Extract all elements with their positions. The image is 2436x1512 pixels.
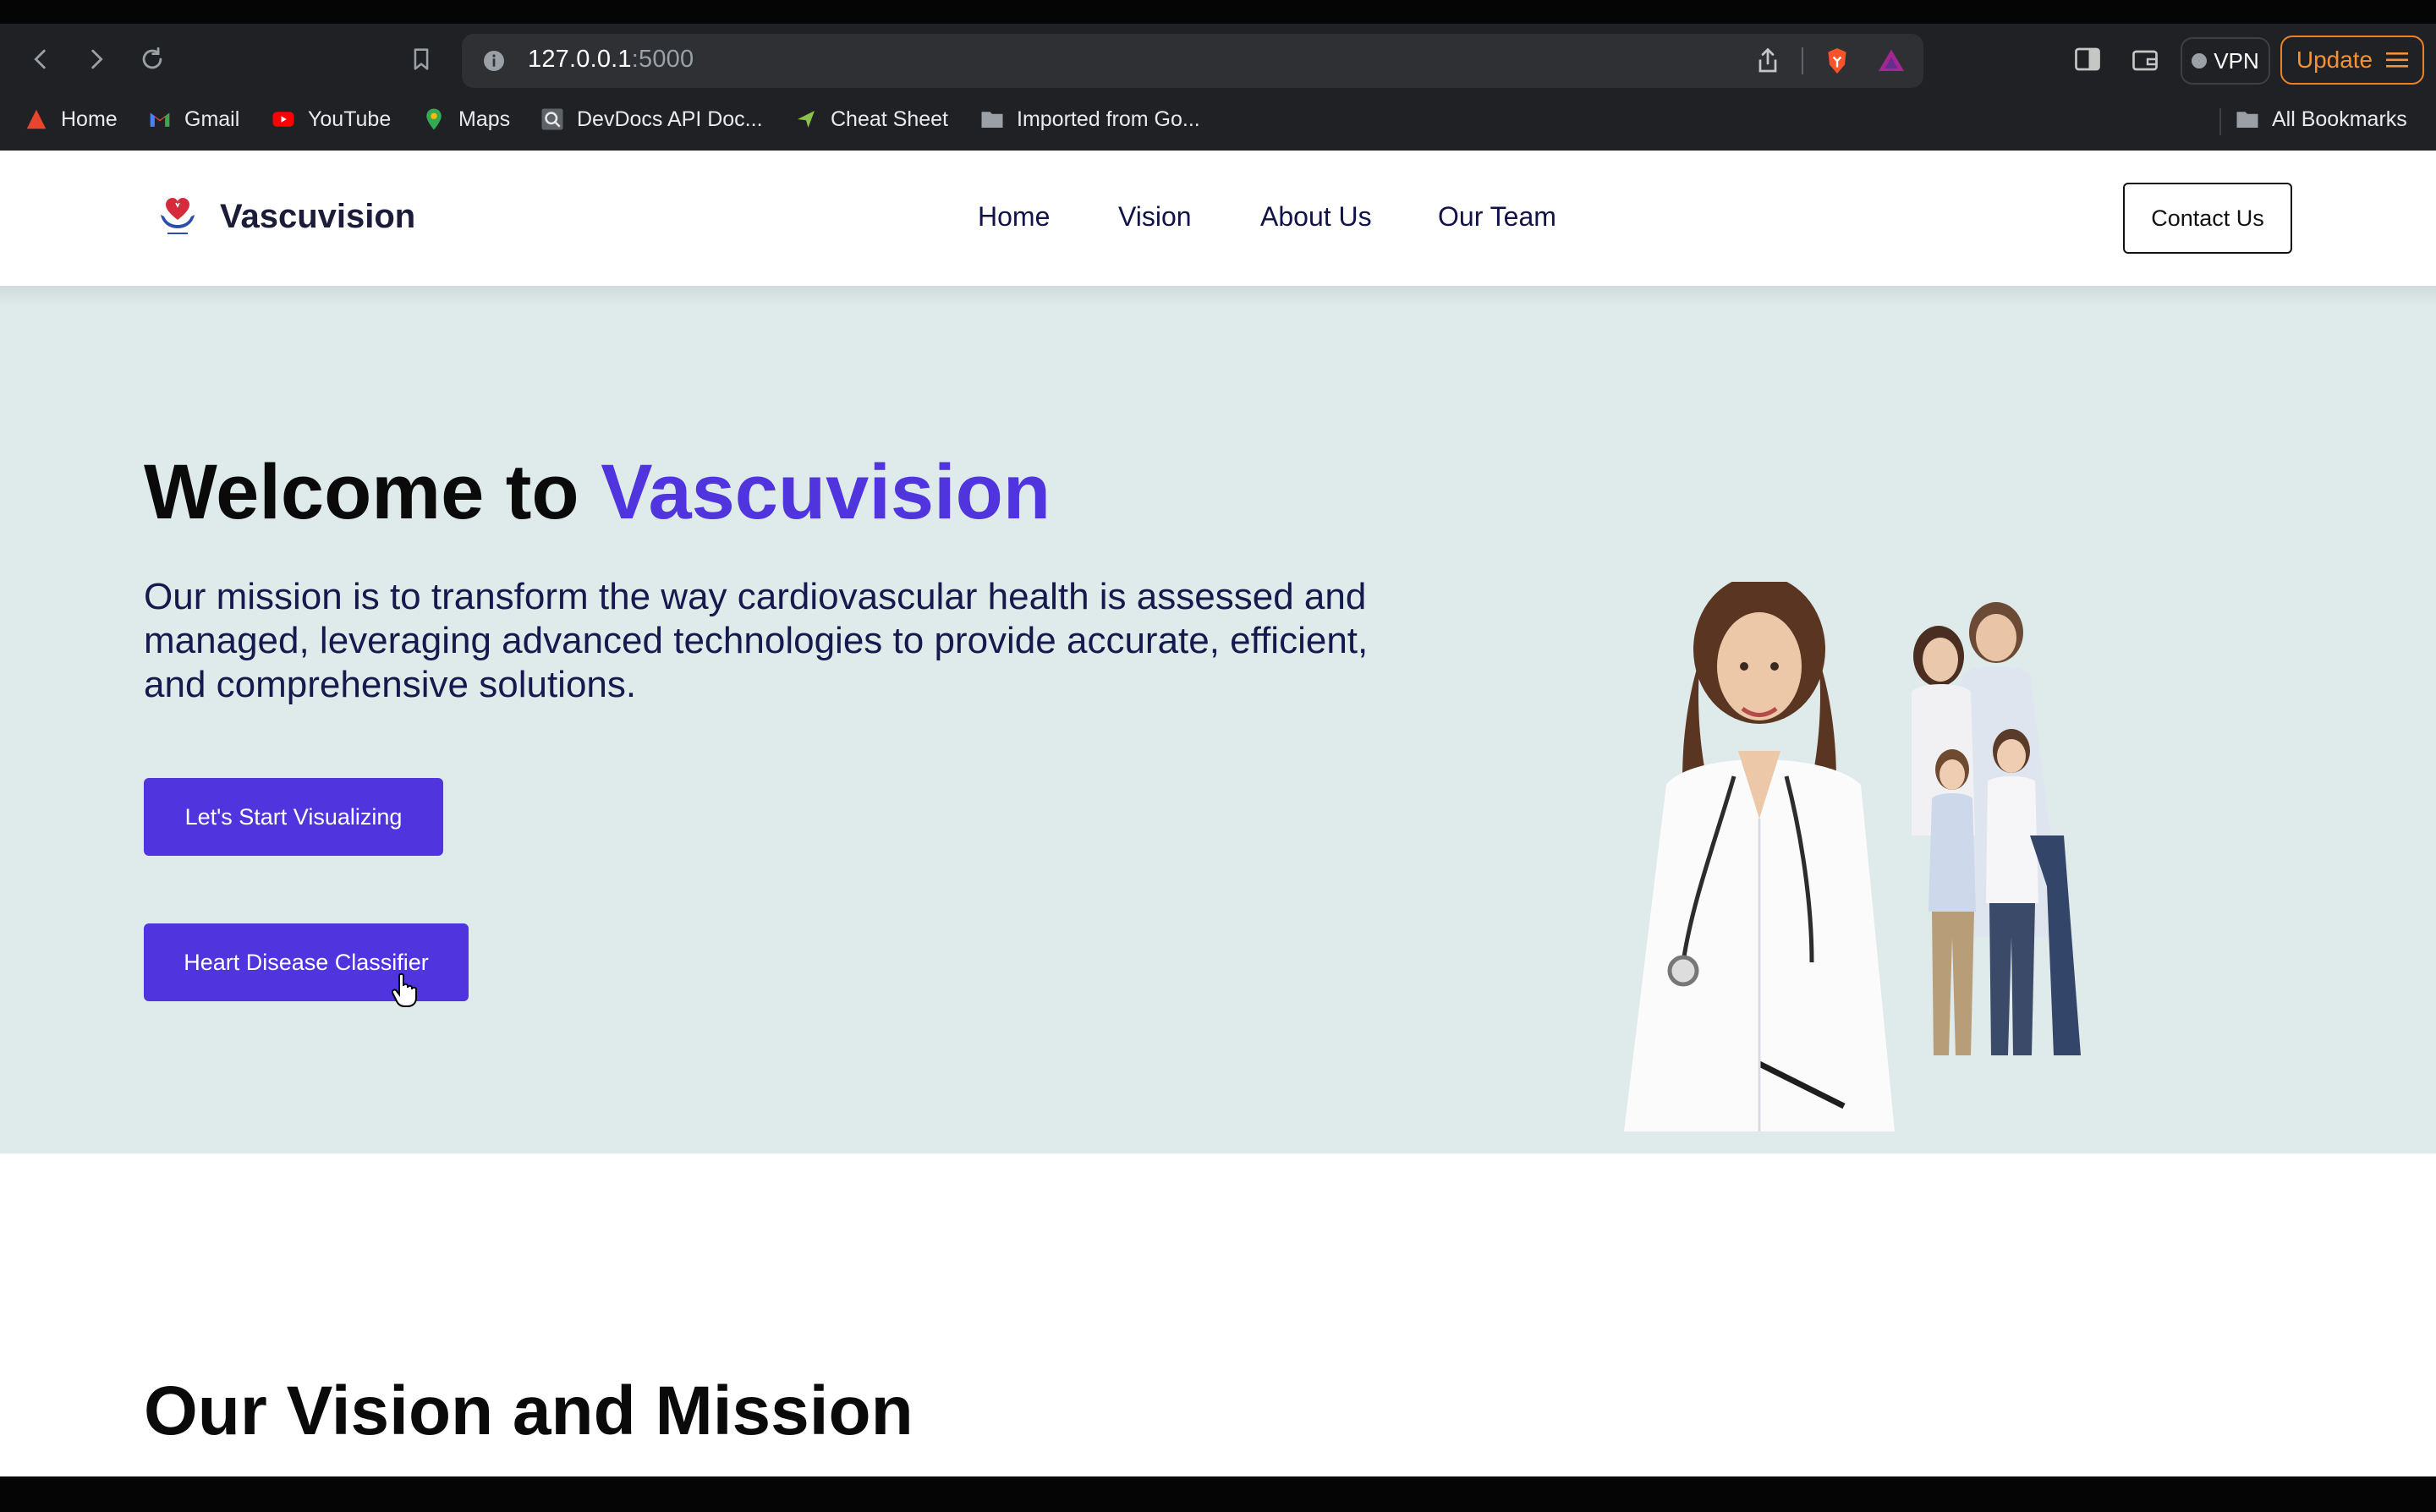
site-info-icon[interactable]	[480, 47, 508, 74]
bookmarks-divider	[2219, 108, 2221, 135]
nav-link-our-team[interactable]: Our Team	[1438, 201, 1556, 233]
bookmark-label: Cheat Sheet	[831, 107, 948, 131]
chevron-left-icon	[34, 49, 46, 69]
gmail-icon	[150, 112, 170, 127]
brand-name: Vascuvision	[220, 197, 416, 235]
maps-pin-icon	[426, 108, 442, 130]
folder-icon	[981, 112, 1003, 128]
window-bottom-bar	[0, 1476, 2436, 1512]
sidebar-toggle-icon[interactable]	[2072, 44, 2103, 74]
hero-section: Welcome to Vascuvision Our mission is to…	[0, 286, 2436, 1153]
doctor-and-family-image	[1624, 582, 2081, 1131]
brave-icon	[26, 109, 47, 129]
bookmark-label: Maps	[458, 107, 511, 131]
bookmark-cheat-sheet[interactable]: Cheat Sheet	[793, 107, 948, 132]
site-logo-link[interactable]: Vascuvision	[157, 194, 415, 238]
brave-shields-icon[interactable]	[1822, 46, 1852, 76]
share-icon[interactable]	[1753, 46, 1783, 76]
bookmark-imported-folder[interactable]: Imported from Go...	[979, 107, 1200, 132]
bookmarks-bar: Home Gmail YouTube Maps DevDocs API Doc.…	[0, 100, 2436, 142]
contact-us-button[interactable]: Contact Us	[2123, 183, 2292, 254]
hero-title: Welcome to Vascuvision	[144, 448, 1051, 537]
url-host: 127.0.0.1	[528, 46, 632, 73]
nav-link-home[interactable]: Home	[978, 201, 1050, 233]
cheatsheet-icon	[798, 111, 815, 128]
address-bar[interactable]: 127.0.0.1:5000	[462, 34, 1923, 88]
bookmark-label: Imported from Go...	[1017, 107, 1200, 131]
bookmark-label: All Bookmarks	[2272, 107, 2407, 131]
hero-title-prefix: Welcome to	[144, 449, 601, 535]
vision-section-title: Our Vision and Mission	[144, 1372, 914, 1449]
browser-chrome: 127.0.0.1:5000 VPN Update Home Gmail You…	[0, 0, 2436, 151]
heart-disease-classifier-button[interactable]: Heart Disease Classifier	[144, 923, 469, 1001]
vpn-button[interactable]: VPN	[2181, 37, 2270, 85]
brave-rewards-icon[interactable]	[1876, 46, 1907, 76]
folder-icon	[2236, 112, 2258, 128]
all-bookmarks-folder[interactable]: All Bookmarks	[2235, 107, 2407, 132]
address-bar-divider	[1802, 47, 1803, 74]
vpn-status-icon	[2192, 53, 2208, 68]
hamburger-menu-icon	[2386, 52, 2409, 68]
hand-pointer-cursor-icon	[391, 972, 417, 1007]
web-page: Vascuvision Home Vision About Us Our Tea…	[0, 151, 2436, 1476]
reload-icon	[142, 47, 162, 69]
hero-description: Our mission is to transform the way card…	[144, 576, 1369, 705]
bookmark-label: DevDocs API Doc...	[577, 107, 763, 131]
devdocs-icon	[541, 108, 563, 130]
bookmark-devdocs[interactable]: DevDocs API Doc...	[540, 107, 763, 132]
bookmark-label: YouTube	[308, 107, 392, 131]
url-text[interactable]: 127.0.0.1:5000	[528, 46, 694, 74]
bookmark-maps[interactable]: Maps	[421, 107, 510, 132]
window-top-bar	[0, 0, 2436, 24]
bookmark-label: Gmail	[184, 107, 240, 131]
update-label: Update	[2296, 47, 2373, 73]
forward-button[interactable]	[78, 41, 115, 78]
back-button[interactable]	[22, 41, 59, 78]
heart-hands-logo-icon	[161, 198, 195, 234]
bookmark-gmail[interactable]: Gmail	[147, 107, 239, 132]
url-port: :5000	[631, 46, 694, 73]
youtube-icon	[272, 112, 294, 127]
hero-title-accent: Vascuvision	[601, 449, 1051, 535]
nav-link-vision[interactable]: Vision	[1118, 201, 1192, 233]
bookmark-home[interactable]: Home	[24, 107, 118, 132]
vpn-label: VPN	[2214, 47, 2259, 74]
bookmark-label: Home	[61, 107, 118, 131]
reload-button[interactable]	[134, 41, 171, 78]
nav-link-about-us[interactable]: About Us	[1260, 201, 1372, 233]
bookmark-youtube[interactable]: YouTube	[271, 107, 391, 132]
bookmark-page-button[interactable]	[403, 41, 440, 78]
start-visualizing-button[interactable]: Let's Start Visualizing	[144, 778, 443, 856]
wallet-icon[interactable]	[2130, 44, 2160, 74]
bookmark-icon	[414, 48, 429, 70]
update-button[interactable]: Update	[2280, 36, 2424, 85]
site-navbar: Vascuvision Home Vision About Us Our Tea…	[0, 151, 2436, 286]
hero-top-shadow	[0, 286, 2436, 306]
chevron-right-icon	[91, 49, 103, 69]
